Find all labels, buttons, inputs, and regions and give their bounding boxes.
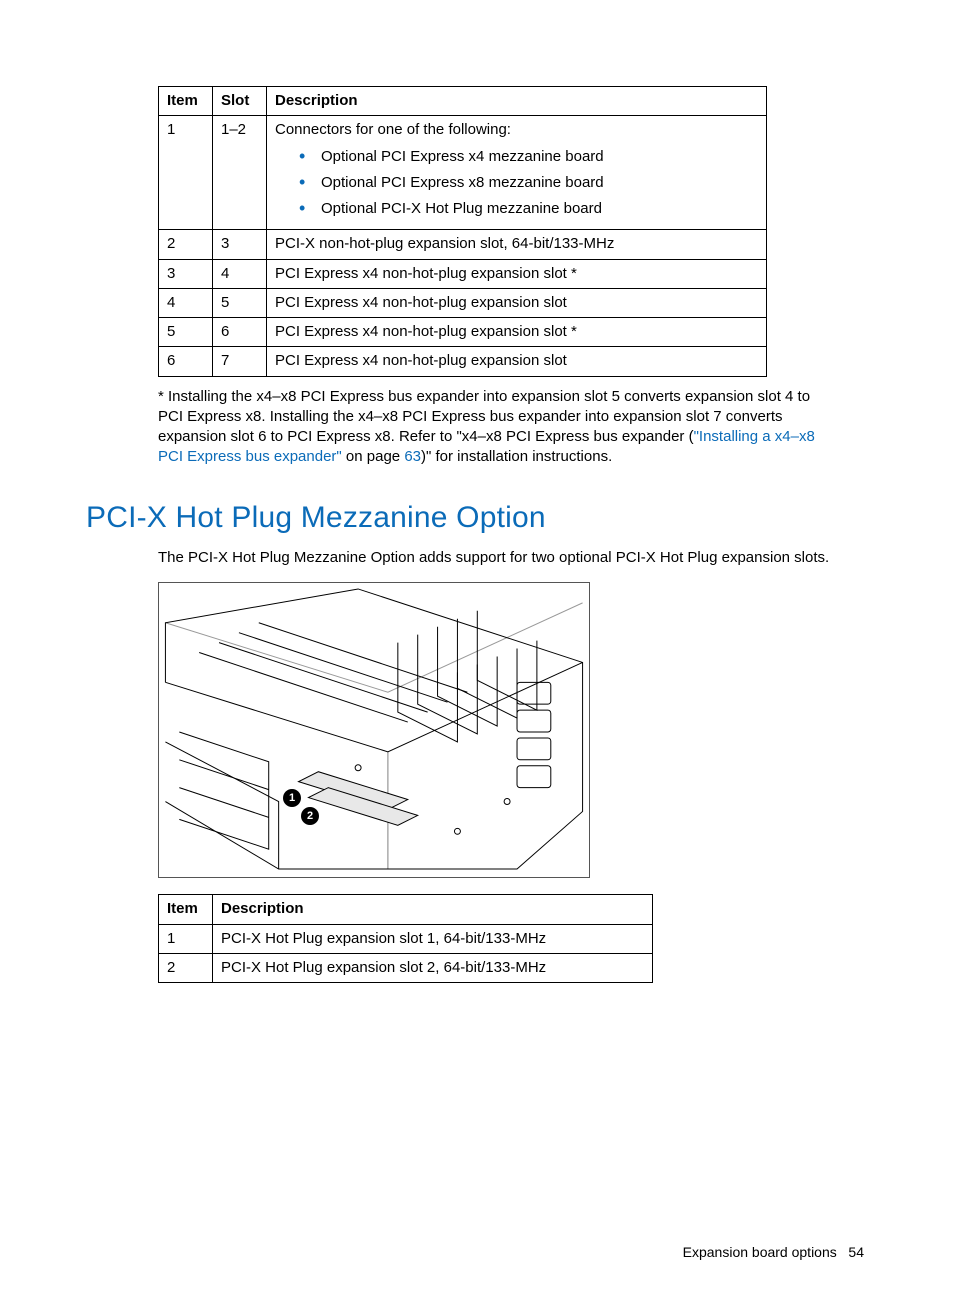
slot-table: Item Slot Description 1 1–2 Connectors f… xyxy=(158,86,767,377)
th-item: Item xyxy=(159,87,213,116)
cell-item: 6 xyxy=(159,347,213,376)
mezzanine-figure: 1 2 xyxy=(158,582,590,878)
cell-desc: PCI Express x4 non-hot-plug expansion sl… xyxy=(267,347,767,376)
cell-item: 4 xyxy=(159,288,213,317)
cell-item: 1 xyxy=(159,116,213,230)
footnote-text: )" for installation instructions. xyxy=(421,448,612,465)
mezzanine-slot-table: Item Description 1 PCI-X Hot Plug expans… xyxy=(158,894,653,983)
cell-slot: 3 xyxy=(213,230,267,259)
cell-desc: PCI-X Hot Plug expansion slot 2, 64-bit/… xyxy=(213,953,653,982)
footer-page-number: 54 xyxy=(848,1244,864,1260)
intro-paragraph: The PCI-X Hot Plug Mezzanine Option adds… xyxy=(158,548,868,568)
table-row: 5 6 PCI Express x4 non-hot-plug expansio… xyxy=(159,318,767,347)
cell-slot: 4 xyxy=(213,259,267,288)
cell-item: 2 xyxy=(159,230,213,259)
th-item: Item xyxy=(159,895,213,924)
th-desc: Description xyxy=(213,895,653,924)
cell-item: 2 xyxy=(159,953,213,982)
cell-desc: PCI Express x4 non-hot-plug expansion sl… xyxy=(267,259,767,288)
desc-intro: Connectors for one of the following: xyxy=(275,121,511,138)
footnote-page-link[interactable]: 63 xyxy=(404,448,421,465)
list-item: Optional PCI Express x4 mezzanine board xyxy=(299,147,758,167)
cell-slot: 1–2 xyxy=(213,116,267,230)
cell-desc: Connectors for one of the following: Opt… xyxy=(267,116,767,230)
cell-item: 1 xyxy=(159,924,213,953)
cell-slot: 7 xyxy=(213,347,267,376)
cell-item: 5 xyxy=(159,318,213,347)
table-row: 1 PCI-X Hot Plug expansion slot 1, 64-bi… xyxy=(159,924,653,953)
footnote: * Installing the x4–x8 PCI Express bus e… xyxy=(158,387,828,468)
th-desc: Description xyxy=(267,87,767,116)
table-row: 3 4 PCI Express x4 non-hot-plug expansio… xyxy=(159,259,767,288)
table-row: 1 1–2 Connectors for one of the followin… xyxy=(159,116,767,230)
cell-desc: PCI-X Hot Plug expansion slot 1, 64-bit/… xyxy=(213,924,653,953)
table-row: 6 7 PCI Express x4 non-hot-plug expansio… xyxy=(159,347,767,376)
table-row: 2 PCI-X Hot Plug expansion slot 2, 64-bi… xyxy=(159,953,653,982)
server-line-art-icon xyxy=(159,583,589,877)
table-row: 2 3 PCI-X non-hot-plug expansion slot, 6… xyxy=(159,230,767,259)
list-item: Optional PCI-X Hot Plug mezzanine board xyxy=(299,199,758,219)
cell-item: 3 xyxy=(159,259,213,288)
footer-section: Expansion board options xyxy=(683,1244,837,1260)
th-slot: Slot xyxy=(213,87,267,116)
cell-slot: 5 xyxy=(213,288,267,317)
footnote-text: on page xyxy=(342,448,405,465)
cell-desc: PCI Express x4 non-hot-plug expansion sl… xyxy=(267,318,767,347)
list-item: Optional PCI Express x8 mezzanine board xyxy=(299,173,758,193)
section-title: PCI-X Hot Plug Mezzanine Option xyxy=(86,498,868,539)
cell-desc: PCI Express x4 non-hot-plug expansion sl… xyxy=(267,288,767,317)
page-footer: Expansion board options 54 xyxy=(86,1243,868,1262)
cell-desc: PCI-X non-hot-plug expansion slot, 64-bi… xyxy=(267,230,767,259)
cell-slot: 6 xyxy=(213,318,267,347)
table-row: 4 5 PCI Express x4 non-hot-plug expansio… xyxy=(159,288,767,317)
